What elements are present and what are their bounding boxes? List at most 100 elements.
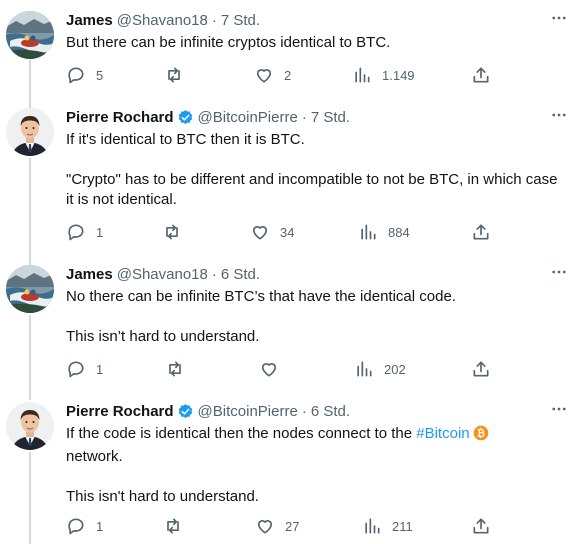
tweet-text: But there can be infinite cryptos identi… [66, 33, 566, 53]
like-count: 2 [284, 67, 292, 83]
more-horizontal-icon [550, 263, 568, 286]
more-button[interactable] [549, 107, 569, 127]
views-button[interactable]: 884 [358, 222, 410, 242]
share-button[interactable] [471, 65, 491, 85]
reply-count: 1 [96, 224, 104, 240]
author-name[interactable]: James [66, 12, 113, 29]
views-count: 1.149 [382, 67, 415, 83]
share-button[interactable] [471, 516, 491, 536]
hashtag-link[interactable]: #Bitcoin [416, 425, 469, 442]
author-name[interactable]: Pierre Rochard [66, 109, 174, 126]
reply-count: 1 [96, 361, 104, 377]
reply-button[interactable]: 1 [66, 516, 103, 536]
separator: · [301, 402, 307, 420]
tweet[interactable]: Pierre Rochard @BitcoinPierre · 6 Std. I… [0, 394, 581, 544]
share-icon [471, 222, 491, 242]
tweet-header: Pierre Rochard @BitcoinPierre · 7 Std. [66, 107, 350, 127]
action-bar: 1 27 211 [66, 516, 496, 536]
retweet-icon [165, 359, 185, 379]
tweet-text: If the code is identical then the nodes … [66, 424, 566, 507]
share-icon [471, 359, 491, 379]
retweet-button[interactable] [164, 65, 194, 85]
separator: · [301, 108, 307, 126]
timestamp[interactable]: 7 Std. [311, 109, 350, 126]
author-handle[interactable]: @BitcoinPierre [198, 403, 298, 420]
avatar[interactable] [6, 265, 54, 313]
more-horizontal-icon [550, 106, 568, 129]
tweet-paragraph: This isn't hard to understand. [66, 488, 259, 505]
like-count: 34 [280, 224, 295, 240]
author-name[interactable]: Pierre Rochard [66, 403, 174, 420]
views-button[interactable]: 202 [354, 359, 406, 379]
bitcoin-emoji-icon [473, 425, 489, 447]
heart-icon [254, 65, 274, 85]
action-bar: 1 202 [66, 359, 496, 379]
retweet-icon [162, 222, 182, 242]
separator: · [211, 11, 217, 29]
more-horizontal-icon [550, 400, 568, 423]
tweet-header: James @Shavano18 · 7 Std. [66, 10, 260, 30]
timestamp[interactable]: 6 Std. [311, 403, 350, 420]
views-button[interactable]: 1.149 [352, 65, 415, 85]
share-icon [471, 65, 491, 85]
retweet-button[interactable] [162, 222, 192, 242]
tweet[interactable]: James @Shavano18 · 7 Std. But there can … [0, 0, 581, 100]
action-bar: 5 2 1.149 [66, 65, 496, 85]
more-horizontal-icon [550, 9, 568, 32]
more-button[interactable] [549, 10, 569, 30]
reply-icon [66, 65, 86, 85]
avatar[interactable] [6, 11, 54, 59]
views-button[interactable]: 211 [362, 516, 413, 536]
reply-count: 1 [96, 518, 104, 534]
tweet[interactable]: Pierre Rochard @BitcoinPierre · 7 Std. I… [0, 100, 581, 257]
verified-badge-icon [177, 109, 194, 126]
tweet-paragraph: If the code is identical then the nodes … [66, 424, 566, 467]
avatar[interactable] [6, 108, 54, 156]
more-button[interactable] [549, 401, 569, 421]
timestamp[interactable]: 7 Std. [221, 12, 260, 29]
like-count: 27 [285, 518, 300, 534]
tweet-paragraph: "Crypto" has to be different and incompa… [66, 171, 558, 208]
like-button[interactable]: 2 [254, 65, 291, 85]
text-segment: If the code is identical then the nodes … [66, 425, 417, 442]
author-handle[interactable]: @Shavano18 [117, 266, 208, 283]
separator: · [211, 265, 217, 283]
heart-icon [250, 222, 270, 242]
verified-badge-icon [177, 403, 194, 420]
share-button[interactable] [471, 359, 491, 379]
tweet-header: Pierre Rochard @BitcoinPierre · 6 Std. [66, 401, 350, 421]
views-chart-icon [358, 222, 378, 242]
reply-icon [66, 359, 86, 379]
reply-button[interactable]: 1 [66, 222, 103, 242]
views-chart-icon [354, 359, 374, 379]
avatar[interactable] [6, 402, 54, 450]
like-button[interactable]: 27 [255, 516, 299, 536]
tweet-paragraph: No there can be infinite BTC’s that have… [66, 288, 456, 305]
retweet-button[interactable] [163, 516, 193, 536]
tweet-paragraph: But there can be infinite cryptos identi… [66, 34, 391, 51]
author-name[interactable]: James [66, 266, 113, 283]
author-handle[interactable]: @Shavano18 [117, 12, 208, 29]
reply-button[interactable]: 5 [66, 65, 103, 85]
share-icon [471, 516, 491, 536]
views-chart-icon [362, 516, 382, 536]
reply-count: 5 [96, 67, 104, 83]
tweet[interactable]: James @Shavano18 · 6 Std. No there can b… [0, 257, 581, 394]
views-chart-icon [352, 65, 372, 85]
like-button[interactable]: 34 [250, 222, 294, 242]
action-bar: 1 34 884 [66, 222, 496, 242]
share-button[interactable] [471, 222, 491, 242]
author-handle[interactable]: @BitcoinPierre [198, 109, 298, 126]
like-button[interactable] [259, 359, 289, 379]
tweet-text: No there can be infinite BTC’s that have… [66, 287, 566, 347]
views-count: 211 [392, 518, 413, 534]
reply-button[interactable]: 1 [66, 359, 103, 379]
tweet-paragraph: If it's identical to BTC then it is BTC. [66, 131, 305, 148]
more-button[interactable] [549, 264, 569, 284]
text-segment: network. [66, 448, 123, 465]
timestamp[interactable]: 6 Std. [221, 266, 260, 283]
retweet-icon [163, 516, 183, 536]
reply-icon [66, 516, 86, 536]
heart-icon [259, 359, 279, 379]
retweet-button[interactable] [165, 359, 195, 379]
